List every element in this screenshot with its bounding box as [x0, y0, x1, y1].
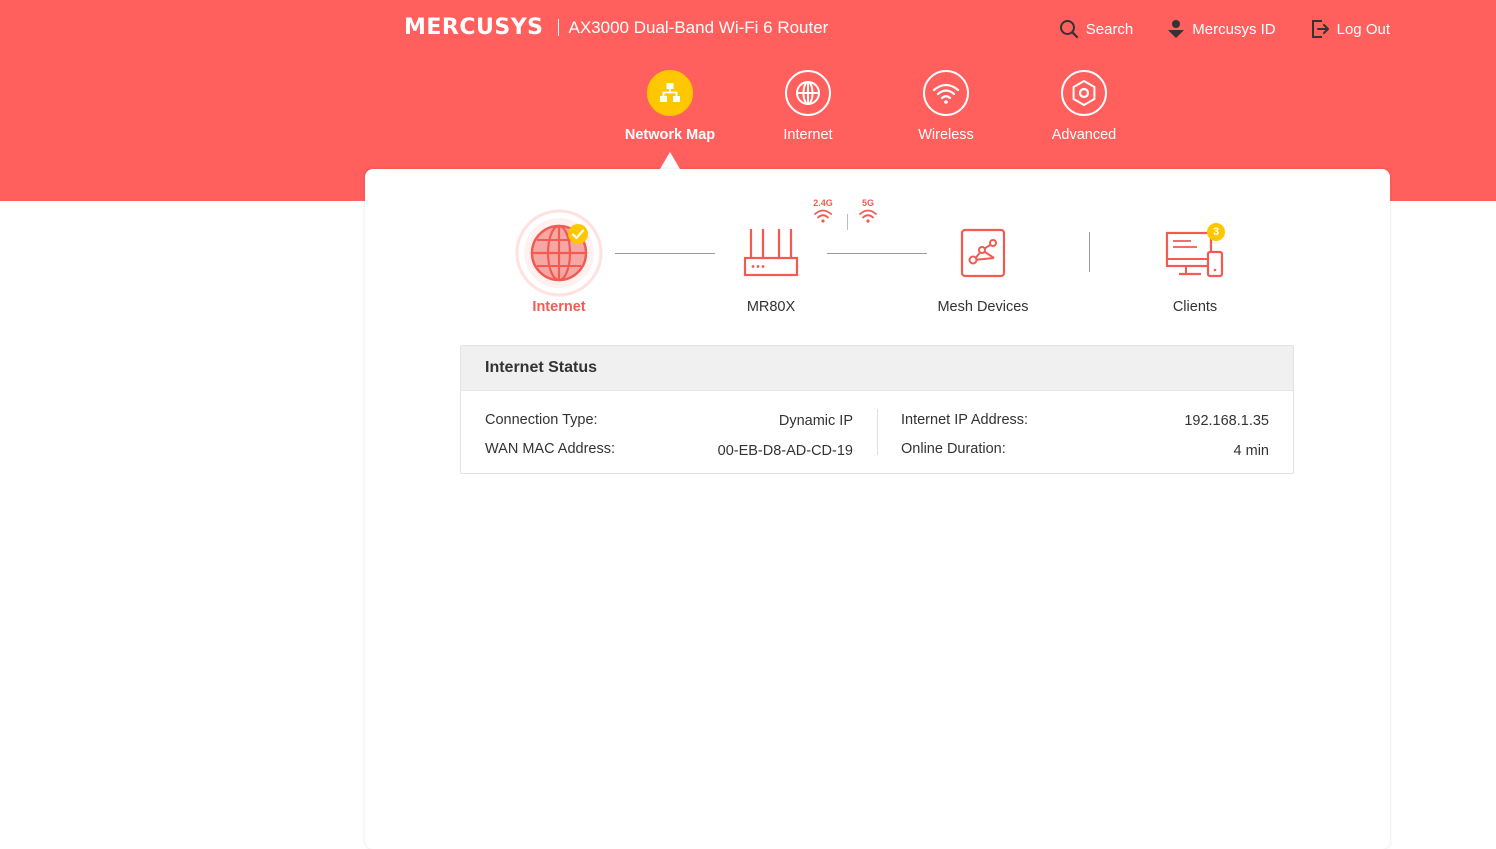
- search-icon: [1059, 20, 1078, 39]
- tab-advanced[interactable]: Advanced: [1024, 70, 1144, 143]
- online-duration-value: 4 min: [1233, 443, 1269, 459]
- band-24g-label: 2.4G: [813, 198, 833, 208]
- internet-status-panel: Internet Status Connection Type: Dynamic…: [460, 345, 1294, 474]
- internet-ip-label: Internet IP Address:: [901, 412, 1029, 428]
- logout-icon: [1311, 20, 1329, 38]
- connection-type-value: Dynamic IP: [778, 413, 853, 429]
- mercusys-id-label: Mercusys ID: [1192, 20, 1276, 38]
- tab-advanced-label: Advanced: [1051, 127, 1117, 143]
- model-name: AX3000 Dual-Band Wi-Fi 6 Router: [568, 17, 829, 37]
- link-router-mesh: [827, 253, 927, 254]
- router-icon: [743, 229, 799, 277]
- band-24g-indicator: 2.4G: [811, 198, 835, 229]
- tab-network-map-label: Network Map: [624, 127, 716, 143]
- top-actions: Search Mercusys ID Log Out: [1059, 17, 1390, 41]
- topology-mesh-devices[interactable]: [960, 228, 1006, 278]
- link-internet-router: [615, 253, 715, 254]
- logout-label: Log Out: [1336, 20, 1390, 38]
- internet-globe-icon: [515, 209, 603, 297]
- wifi-icon: [923, 70, 969, 116]
- brand: MERCUSYS AX3000 Dual-Band Wi-Fi 6 Router: [404, 15, 828, 40]
- clients-count-badge: 3: [1207, 223, 1225, 241]
- internet-ip-value: 192.168.1.35: [1184, 413, 1269, 429]
- tab-internet-label: Internet: [783, 127, 833, 143]
- active-tab-pointer: [660, 152, 680, 169]
- wan-mac-label: WAN MAC Address:: [485, 441, 615, 457]
- mercusys-id-button[interactable]: Mercusys ID: [1167, 17, 1276, 41]
- topology-mesh-label: Mesh Devices: [937, 299, 1029, 315]
- mercusys-logo: MERCUSYS: [404, 15, 544, 40]
- topology-clients-label: Clients: [1172, 299, 1218, 315]
- topology-router[interactable]: [743, 227, 799, 279]
- topology-router-label: MR80X: [746, 299, 796, 315]
- network-map-icon: [647, 70, 693, 116]
- user-id-icon: [1168, 20, 1185, 38]
- band-5g-label: 5G: [861, 198, 874, 208]
- search-button[interactable]: Search: [1059, 17, 1134, 41]
- content-card: Internet MR80X 2.4G 5G Mesh Devices 3 Cl…: [365, 169, 1390, 849]
- tab-network-map[interactable]: Network Map: [610, 70, 730, 143]
- globe-icon: [785, 70, 831, 116]
- online-duration-label: Online Duration:: [901, 441, 1006, 457]
- connection-type-label: Connection Type:: [485, 412, 598, 428]
- gear-icon: [1061, 70, 1107, 116]
- mesh-clients-divider: [1089, 232, 1090, 272]
- internet-status-body: Connection Type: Dynamic IP WAN MAC Addr…: [461, 391, 1293, 474]
- wan-mac-value: 00-EB-D8-AD-CD-19: [717, 443, 853, 459]
- tab-internet[interactable]: Internet: [748, 70, 868, 143]
- logout-button[interactable]: Log Out: [1310, 17, 1390, 41]
- topology-internet-label: Internet: [532, 299, 586, 315]
- band-5g-indicator: 5G: [857, 198, 879, 229]
- band-divider: [847, 214, 848, 230]
- wifi-24g-icon: [814, 209, 832, 223]
- main-nav: Network Map Internet Wireless Advanced: [0, 70, 1496, 170]
- wifi-5g-icon: [859, 209, 877, 223]
- topology-internet[interactable]: [515, 209, 603, 297]
- mesh-devices-icon: [960, 228, 1006, 278]
- tab-wireless[interactable]: Wireless: [886, 70, 1006, 143]
- search-label: Search: [1085, 20, 1134, 38]
- status-column-divider: [877, 409, 878, 455]
- internet-status-title: Internet Status: [461, 346, 1293, 391]
- brand-divider: [557, 19, 559, 36]
- tab-wireless-label: Wireless: [918, 127, 974, 143]
- connected-check-icon: [568, 224, 588, 244]
